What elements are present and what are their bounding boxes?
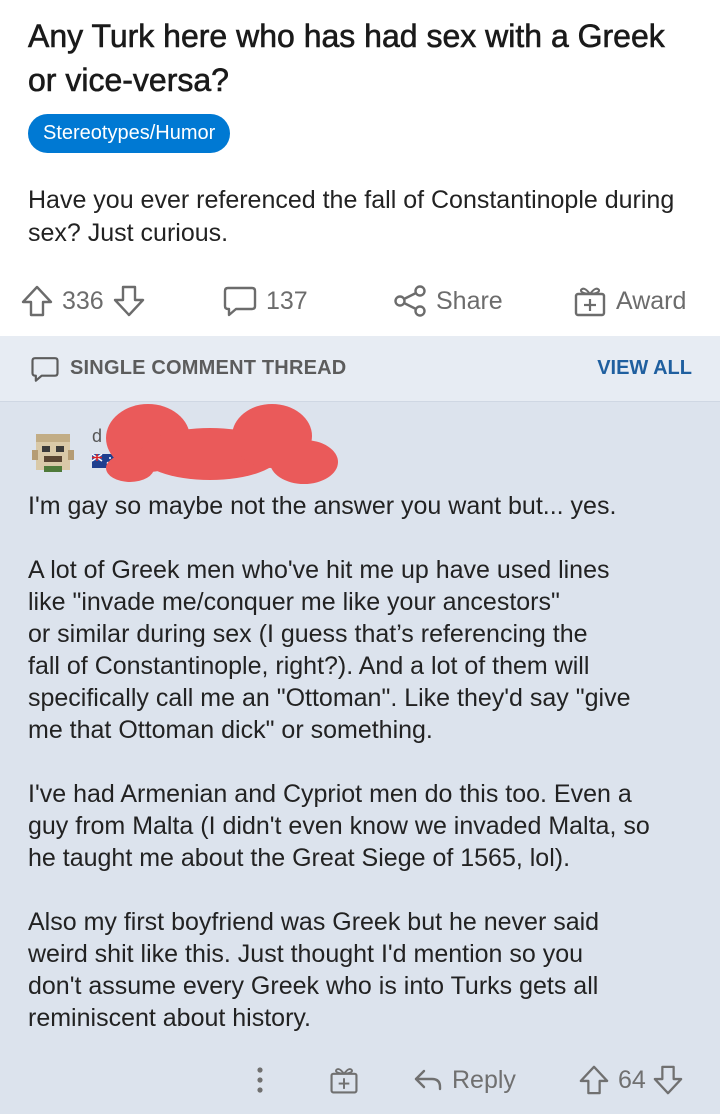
comments-button[interactable]: 137: [222, 278, 308, 324]
redaction-scribble: [106, 404, 338, 484]
upvote-icon[interactable]: [20, 284, 54, 318]
comment-actions: Reply 64: [0, 1058, 720, 1102]
comment-count: 137: [266, 286, 308, 315]
post-flair[interactable]: Stereotypes/Humor: [28, 114, 231, 153]
comment-body: I'm gay so maybe not the answer you want…: [28, 490, 700, 1066]
vote-group: 336: [20, 278, 146, 324]
comment-vote-group: 64: [578, 1058, 684, 1102]
award-button[interactable]: Award: [572, 278, 686, 324]
upvote-count: 336: [62, 286, 104, 315]
comment-paragraph: I'm gay so maybe not the answer you want…: [28, 492, 617, 520]
thread-label: SINGLE COMMENT THREAD: [70, 357, 347, 379]
post-body: Have you ever referenced the fall of Con…: [28, 186, 675, 247]
share-button[interactable]: Share: [392, 278, 503, 324]
downvote-icon[interactable]: [112, 284, 146, 318]
comment: d I'm gay so maybe not the answer you wa…: [0, 402, 720, 1114]
comment-award-button[interactable]: [328, 1058, 360, 1102]
share-label: Share: [436, 286, 503, 315]
award-icon: [330, 1068, 358, 1094]
post-actions: 336 137 Share Award: [0, 278, 720, 324]
comment-vote-count: 64: [618, 1065, 646, 1094]
comment-icon: [223, 286, 257, 317]
reply-button[interactable]: Reply: [412, 1058, 516, 1102]
comment-icon: [31, 357, 59, 382]
single-comment-thread-bar: SINGLE COMMENT THREAD VIEW ALL: [0, 336, 720, 402]
comment-paragraph: Also my first boyfriend was Greek but he…: [28, 908, 600, 1032]
downvote-icon[interactable]: [652, 1064, 684, 1096]
post-card: Any Turk here who has had sex with a Gre…: [0, 0, 720, 336]
share-icon: [394, 285, 426, 317]
more-options-button[interactable]: [250, 1058, 270, 1102]
comment-paragraph: I've had Armenian and Cypriot men do thi…: [28, 780, 650, 872]
reply-icon: [414, 1069, 442, 1091]
post-title[interactable]: Any Turk here who has had sex with a Gre…: [28, 14, 688, 102]
more-icon: [257, 1067, 263, 1093]
view-all-link[interactable]: VIEW ALL: [597, 357, 692, 380]
comment-paragraph: A lot of Greek men who've hit me up have…: [28, 556, 631, 744]
reply-label: Reply: [452, 1065, 516, 1094]
avatar[interactable]: [30, 428, 76, 474]
upvote-icon[interactable]: [578, 1064, 610, 1096]
comment-section: SINGLE COMMENT THREAD VIEW ALL d I'm gay…: [0, 336, 720, 1114]
award-label: Award: [616, 286, 687, 315]
award-icon: [574, 287, 606, 317]
